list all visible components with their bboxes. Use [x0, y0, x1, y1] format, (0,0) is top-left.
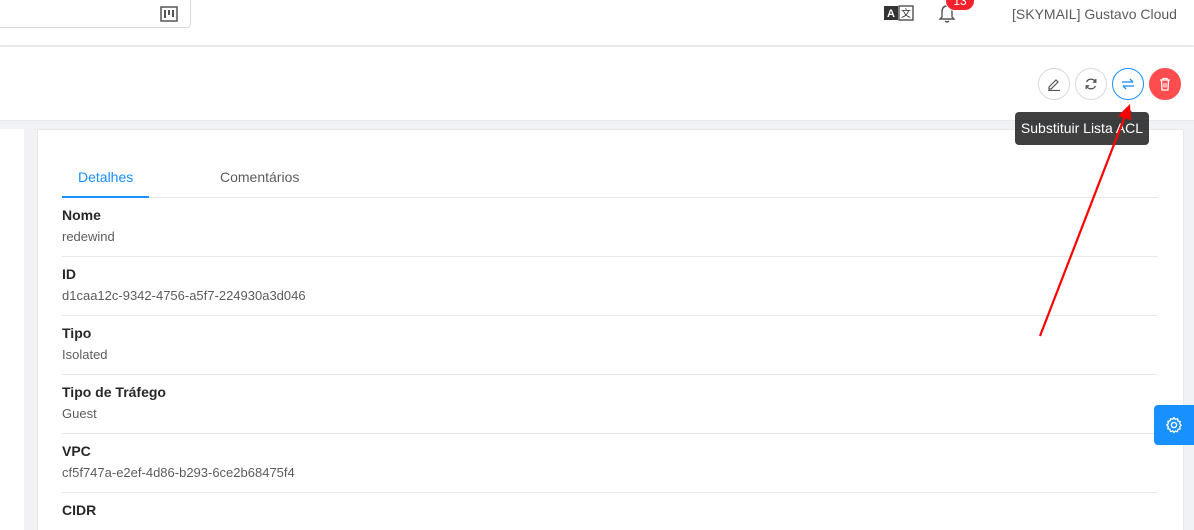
tab-details[interactable]: Detalhes: [78, 169, 133, 185]
field-traffic-type: Tipo de Tráfego Guest: [62, 375, 1158, 434]
field-cidr: CIDR: [62, 493, 1158, 530]
page-header: [0, 47, 1194, 121]
refresh-button[interactable]: [1075, 68, 1107, 100]
field-label: VPC: [62, 443, 91, 459]
kanban-icon[interactable]: [160, 6, 178, 22]
replace-acl-button[interactable]: [1112, 68, 1144, 100]
details-card: Detalhes Comentários Nome redewind ID d1…: [37, 129, 1184, 530]
field-value: Guest: [62, 406, 97, 421]
tab-bar: Detalhes Comentários: [62, 158, 1158, 198]
field-id: ID d1caa12c-9342-4756-a5f7-224930a3d046: [62, 257, 1158, 316]
field-label: ID: [62, 266, 76, 282]
translate-icon[interactable]: A 文: [884, 5, 914, 21]
search-input[interactable]: [0, 0, 191, 28]
user-menu[interactable]: [SKYMAIL] Gustavo Cloud: [1012, 6, 1177, 22]
field-value: Isolated: [62, 347, 108, 362]
field-label: Nome: [62, 207, 101, 223]
replace-acl-tooltip: Substituir Lista ACL: [1015, 107, 1149, 145]
field-value: redewind: [62, 229, 115, 244]
field-vpc: VPC cf5f747a-e2ef-4d86-b293-6ce2b68475f4: [62, 434, 1158, 493]
notification-badge: 13: [946, 0, 974, 10]
field-label: Tipo: [62, 325, 92, 341]
edit-icon: [1048, 79, 1060, 91]
resource-info-card: [0, 129, 24, 530]
field-label: Tipo de Tráfego: [62, 384, 166, 400]
delete-icon: [1160, 77, 1170, 91]
setting-icon: [1166, 416, 1182, 434]
tab-comments[interactable]: Comentários: [220, 169, 299, 185]
reload-icon: [1085, 78, 1097, 90]
svg-text:文: 文: [901, 7, 911, 20]
field-label: CIDR: [62, 502, 97, 518]
field-type: Tipo Isolated: [62, 316, 1158, 375]
swap-icon: [1122, 78, 1134, 90]
field-name: Nome redewind: [62, 198, 1158, 257]
svg-text:A: A: [887, 8, 895, 20]
settings-button[interactable]: [1154, 405, 1194, 445]
edit-button[interactable]: [1038, 68, 1070, 100]
field-value: cf5f747a-e2ef-4d86-b293-6ce2b68475f4: [62, 465, 295, 480]
delete-button[interactable]: [1149, 68, 1181, 100]
field-value: d1caa12c-9342-4756-a5f7-224930a3d046: [62, 288, 306, 303]
top-navbar: A 文 13 [SKYMAIL] Gustavo Cloud: [0, 0, 1194, 45]
